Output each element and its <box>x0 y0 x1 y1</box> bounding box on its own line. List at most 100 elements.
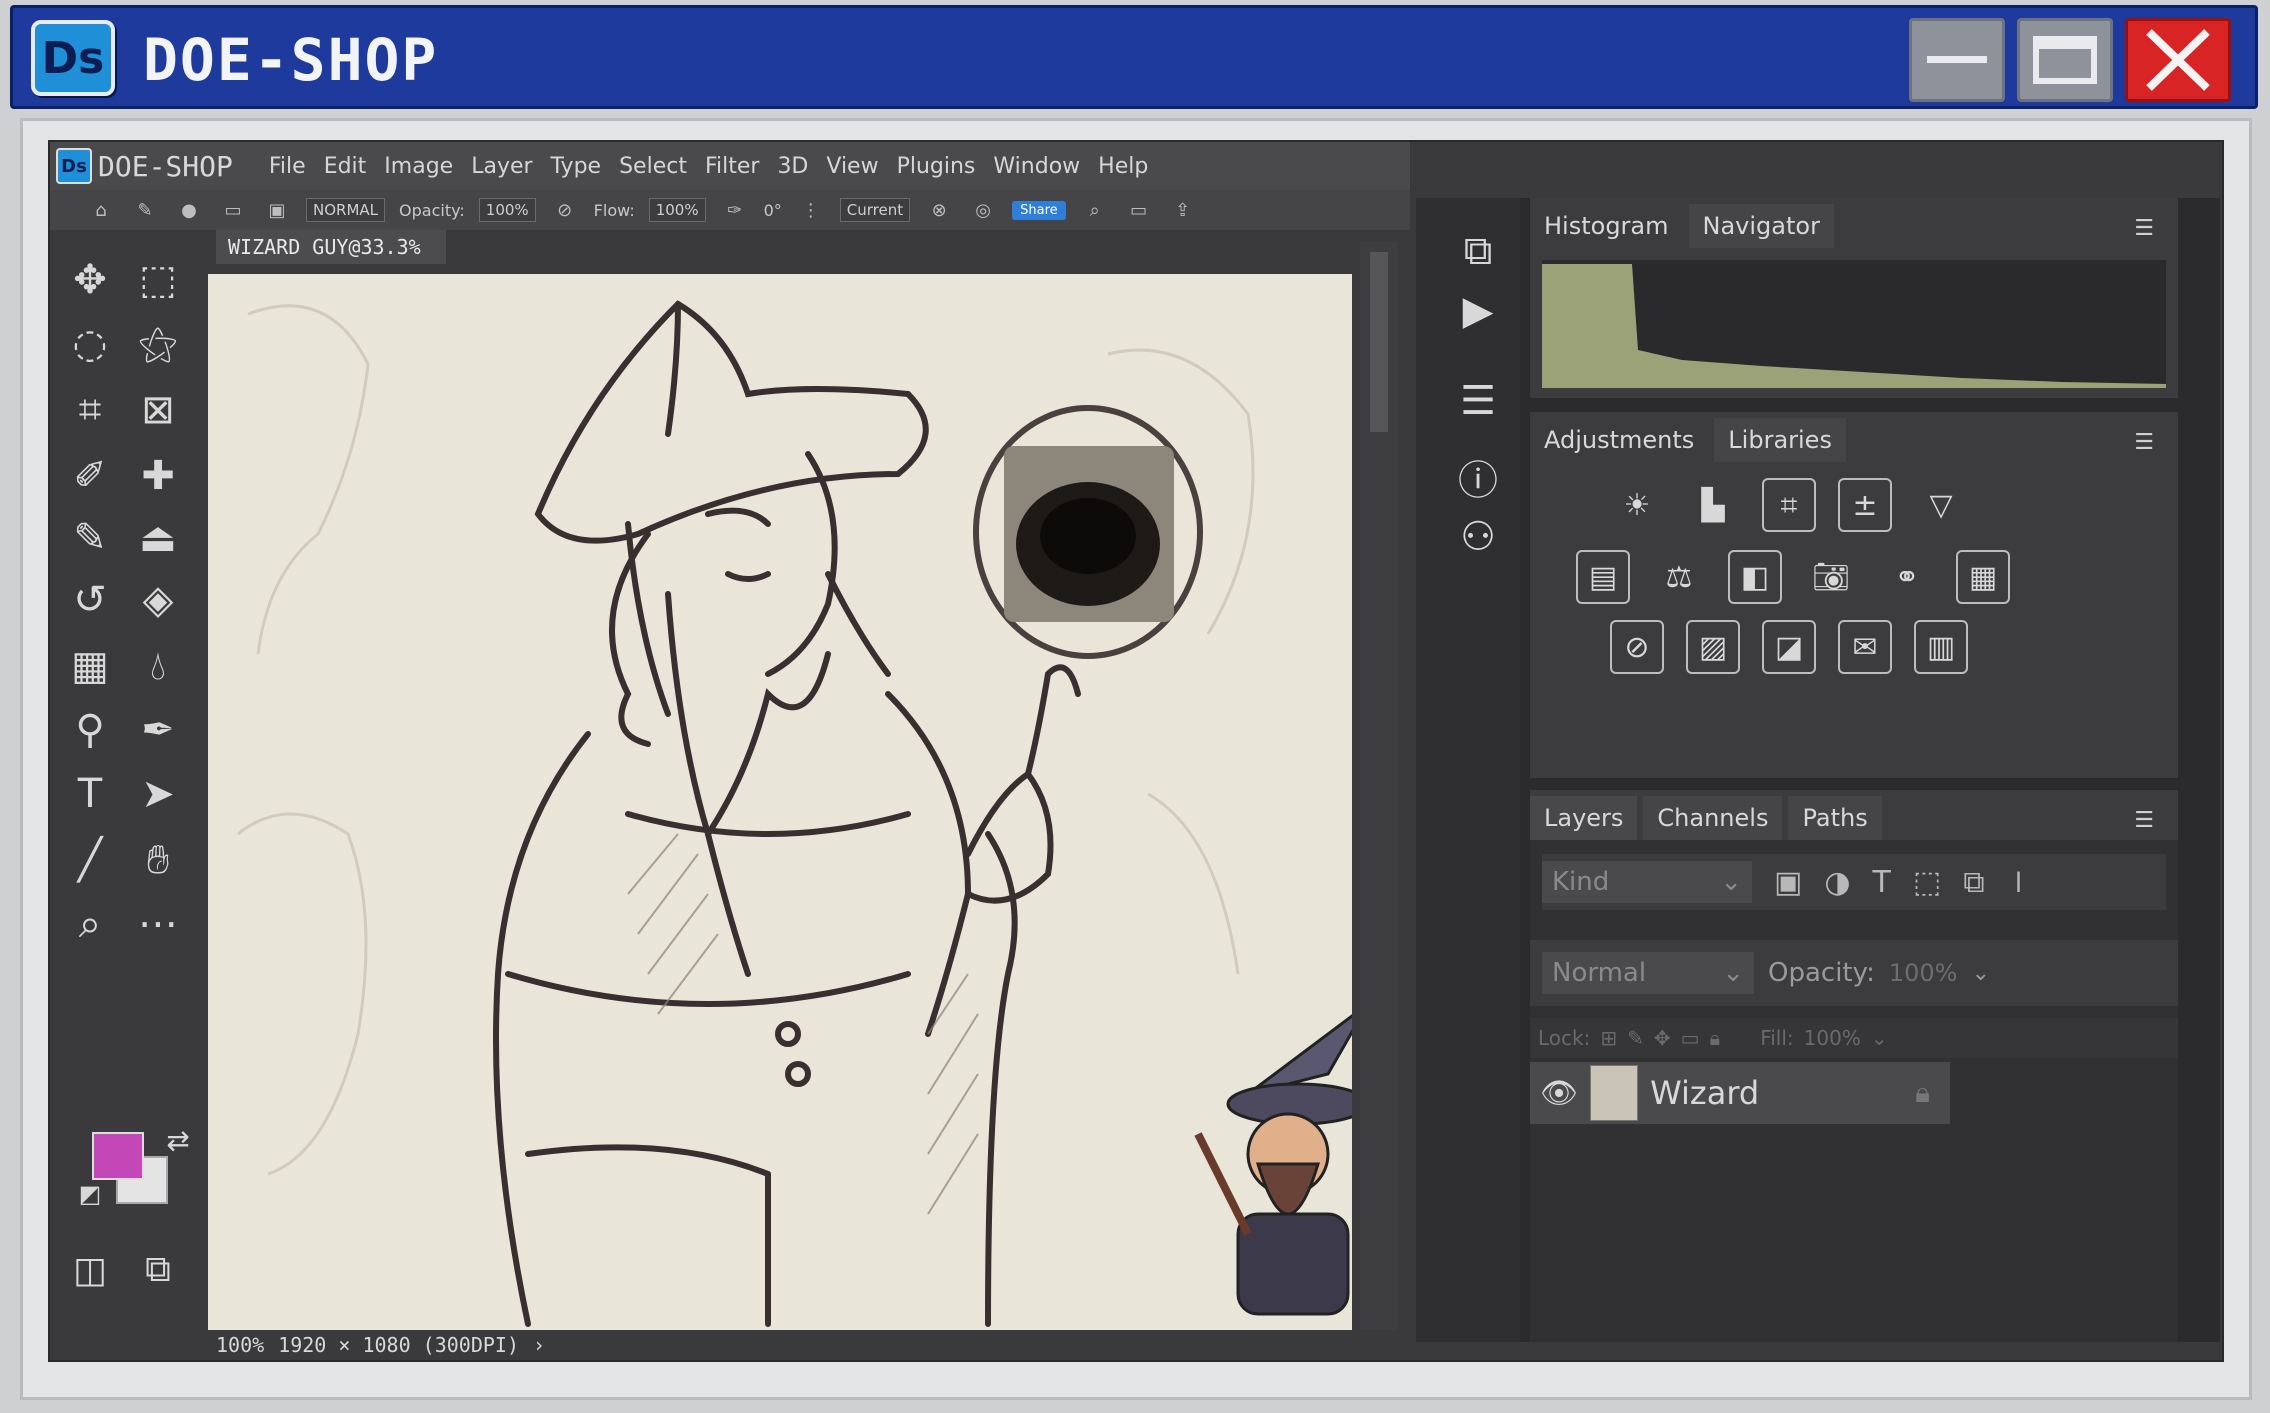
frame-icon[interactable]: ⊠ <box>130 382 186 438</box>
panel-menu-icon[interactable]: ☰ <box>2134 808 2154 833</box>
vibrance-icon[interactable]: ▽ <box>1914 478 1968 532</box>
selective-color-icon[interactable]: ▥ <box>1914 620 1968 674</box>
lock-artboard-icon[interactable]: ▭ <box>1681 1026 1700 1050</box>
quick-mask-icon[interactable]: ◫ <box>62 1242 118 1298</box>
maximize-button[interactable] <box>2017 18 2113 102</box>
tab-adjustments[interactable]: Adjustments <box>1530 418 1709 462</box>
layer-name[interactable]: Wizard <box>1650 1074 1759 1112</box>
pressure-opacity-icon[interactable]: ⊘ <box>550 197 580 223</box>
angle-field[interactable]: 0° <box>764 201 782 220</box>
menu-3d[interactable]: 3D <box>777 154 808 179</box>
brush-icon[interactable]: ✎ <box>62 510 118 566</box>
zoom-level[interactable]: 100% <box>216 1333 264 1357</box>
move-icon[interactable]: ✥ <box>62 252 118 308</box>
swap-colors-icon[interactable]: ⇄ <box>150 1112 206 1168</box>
lasso-icon[interactable]: ◌ <box>62 316 118 372</box>
minimize-button[interactable] <box>1909 18 2005 102</box>
tab-paths[interactable]: Paths <box>1788 796 1882 840</box>
threshold-icon[interactable]: ◪ <box>1762 620 1816 674</box>
chevron-down-icon[interactable]: ⌄ <box>1871 1026 1888 1050</box>
color-balance-icon[interactable]: ⚖ <box>1652 550 1706 604</box>
close-button[interactable] <box>2125 18 2231 102</box>
clone-source-icon[interactable]: ⚇ <box>1436 514 1520 560</box>
chevron-down-icon[interactable]: ⌄ <box>1972 961 1990 986</box>
export-icon[interactable]: ⇪ <box>1168 197 1198 223</box>
filter-pixel-icon[interactable]: ▣ <box>1774 865 1802 900</box>
fill-field[interactable]: 100% <box>1804 1026 1861 1050</box>
filter-shape-icon[interactable]: ⬚ <box>1913 865 1941 900</box>
filter-adjustment-icon[interactable]: ◑ <box>1824 865 1850 900</box>
eye-icon[interactable]: 👁︎ <box>1540 1076 1578 1111</box>
screen-mode-icon[interactable]: ⧉ <box>130 1242 186 1298</box>
menu-filter[interactable]: Filter <box>705 154 759 179</box>
scrollbar-thumb[interactable] <box>1370 252 1388 432</box>
menu-type[interactable]: Type <box>551 154 602 179</box>
layer-blend-mode-select[interactable]: Normal ⌄ <box>1542 952 1754 994</box>
vertical-scrollbar[interactable] <box>1360 242 1398 1330</box>
eraser-icon[interactable]: ◈ <box>130 572 186 628</box>
lock-all-icon[interactable]: 🔒︎ <box>1710 1026 1721 1050</box>
menu-help[interactable]: Help <box>1098 154 1148 179</box>
brush-preset-icon[interactable]: ✎ <box>130 197 160 223</box>
menu-plugins[interactable]: Plugins <box>897 154 976 179</box>
home-icon[interactable]: ⌂ <box>86 197 116 223</box>
blur-icon[interactable]: 💧︎ <box>130 638 186 694</box>
panel-menu-icon[interactable]: ☰ <box>2134 216 2154 241</box>
symmetry-icon[interactable]: ⋮ <box>796 197 826 223</box>
filter-smart-object-icon[interactable]: ⧉ <box>1963 865 1984 900</box>
menu-image[interactable]: Image <box>384 154 453 179</box>
panel-menu-icon[interactable]: ☰ <box>2134 430 2154 455</box>
layer-filter-select[interactable]: Kind ⌄ <box>1542 861 1752 903</box>
eyedropper-icon[interactable]: ✐ <box>62 448 118 504</box>
history-icon[interactable]: ⧉ <box>1436 228 1520 274</box>
folder-icon[interactable]: ▭ <box>218 197 248 223</box>
type-icon[interactable]: T <box>62 766 118 822</box>
gradient-icon[interactable]: ▦ <box>62 638 118 694</box>
menu-window[interactable]: Window <box>993 154 1080 179</box>
opacity-field[interactable]: 100% <box>478 198 536 222</box>
layer-row[interactable]: 👁︎ Wizard 🔒︎ <box>1530 1062 1950 1124</box>
menu-edit[interactable]: Edit <box>324 154 367 179</box>
exposure-icon[interactable]: ± <box>1838 478 1892 532</box>
color-lookup-icon[interactable]: ▦ <box>1956 550 2010 604</box>
hand-icon[interactable]: ✋︎ <box>130 832 186 888</box>
lock-transparency-icon[interactable]: ⊞ <box>1600 1026 1617 1050</box>
blend-mode-select[interactable]: NORMAL <box>306 198 386 222</box>
menu-select[interactable]: Select <box>619 154 687 179</box>
zoom-icon[interactable]: ⌕ <box>62 896 118 952</box>
menu-view[interactable]: View <box>826 154 878 179</box>
document-tab[interactable]: WIZARD GUY@33.3% <box>216 230 446 264</box>
tab-channels[interactable]: Channels <box>1643 796 1783 840</box>
share-button[interactable]: Share <box>1012 200 1066 220</box>
brush-panel-icon[interactable]: ▣ <box>262 197 292 223</box>
tab-libraries[interactable]: Libraries <box>1714 418 1846 462</box>
tab-histogram[interactable]: Histogram <box>1530 204 1683 248</box>
marquee-icon[interactable]: ⬚ <box>130 252 186 308</box>
properties-icon[interactable]: ☰ <box>1436 378 1520 424</box>
foreground-color-swatch[interactable] <box>92 1132 144 1180</box>
curves-icon[interactable]: ⌗ <box>1762 478 1816 532</box>
brightness-icon[interactable]: ☀ <box>1610 478 1664 532</box>
posterize-icon[interactable]: ▨ <box>1686 620 1740 674</box>
sample-select[interactable]: Current <box>839 198 911 222</box>
menu-layer[interactable]: Layer <box>471 154 532 179</box>
status-more-icon[interactable]: › <box>533 1333 545 1357</box>
stamp-icon[interactable]: ⏏ <box>130 510 186 566</box>
crop-icon[interactable]: ⌗ <box>62 382 118 438</box>
lock-pixels-icon[interactable]: ✎ <box>1627 1026 1644 1050</box>
pressure-size-icon[interactable]: ◎ <box>968 197 998 223</box>
pen-icon[interactable]: ✒ <box>130 702 186 758</box>
layer-opacity-field[interactable]: 100% <box>1889 959 1958 987</box>
line-icon[interactable]: ╱ <box>62 832 118 888</box>
workspace-icon[interactable]: ▭ <box>1124 197 1154 223</box>
ignore-adjustments-icon[interactable]: ⊗ <box>924 197 954 223</box>
canvas[interactable] <box>208 274 1352 1330</box>
dodge-icon[interactable]: ⚲ <box>62 702 118 758</box>
levels-icon[interactable]: ▙ <box>1686 478 1740 532</box>
lock-position-icon[interactable]: ✥ <box>1654 1026 1671 1050</box>
search-icon[interactable]: ⌕ <box>1080 197 1110 223</box>
magic-wand-icon[interactable]: ⚝ <box>130 316 186 372</box>
actions-play-icon[interactable]: ▶ <box>1436 288 1520 334</box>
brush-size-icon[interactable]: ● <box>174 197 204 223</box>
path-select-icon[interactable]: ➤ <box>130 766 186 822</box>
